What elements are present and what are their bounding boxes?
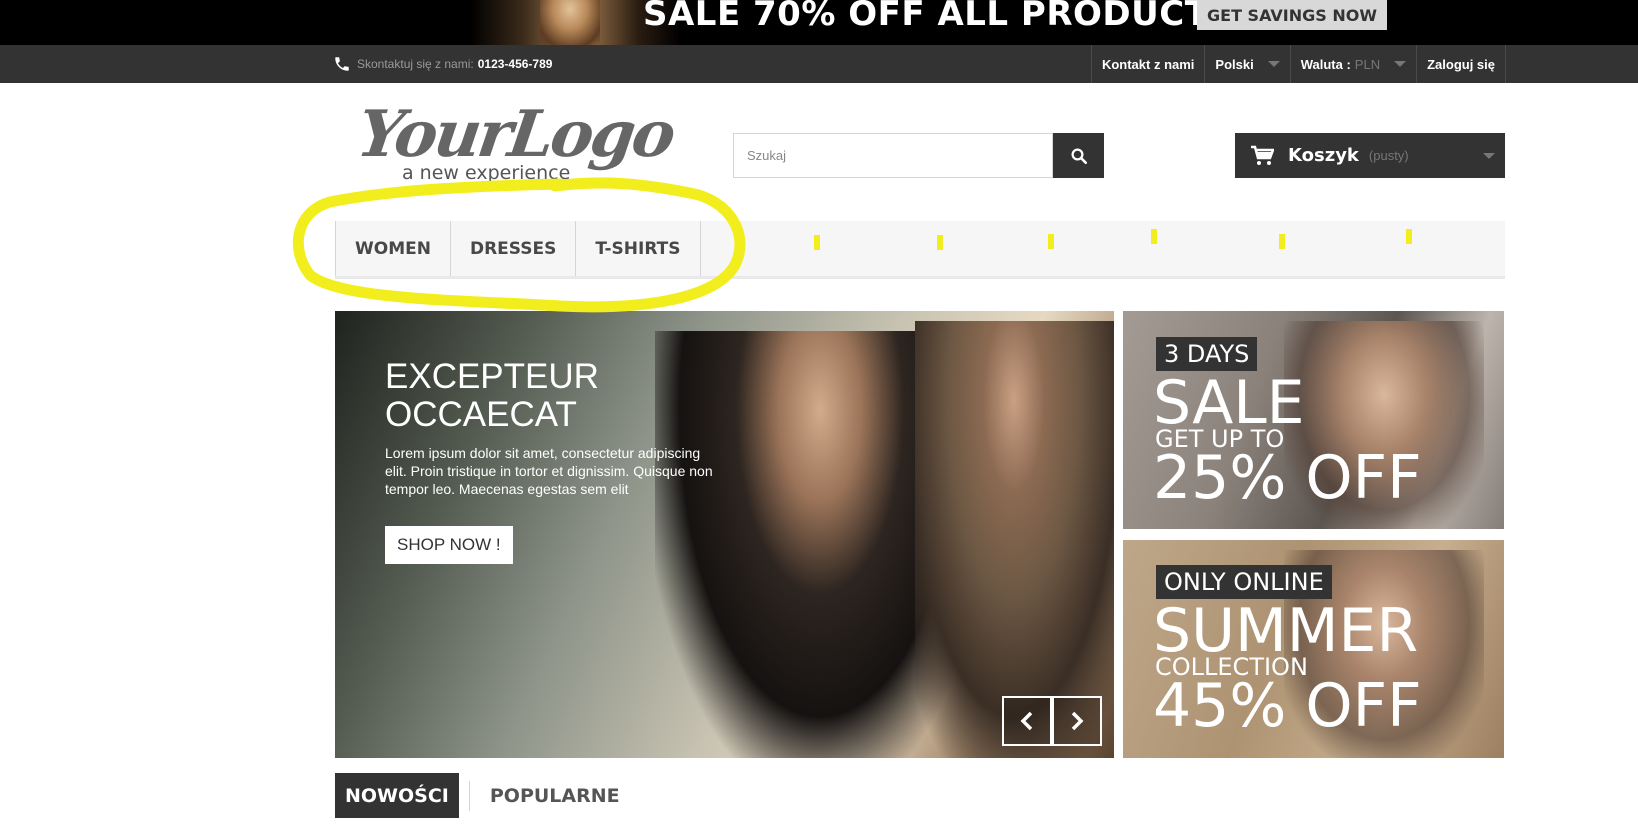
annotation-tick (1406, 229, 1412, 244)
logo-tagline: a new experience (402, 162, 571, 184)
summer-collection-banner[interactable]: ONLY ONLINE SUMMER COLLECTION 45% OFF (1123, 540, 1504, 758)
search-bar (733, 133, 1104, 178)
banner-headline: SALE (1153, 368, 1305, 438)
menu-item-women[interactable]: WOMEN (335, 221, 451, 276)
language-selector[interactable]: Polski (1204, 45, 1289, 83)
annotation-tick (1279, 234, 1285, 249)
slide-model-man (915, 321, 1114, 758)
contact-info: Skontaktuj się z nami: 0123-456-789 (333, 45, 552, 83)
logo-main-text: YourLogo (352, 97, 678, 172)
chevron-left-icon (1020, 711, 1033, 731)
tab-popular[interactable]: POPULARNE (480, 773, 630, 818)
cart-icon (1251, 145, 1274, 165)
get-savings-button[interactable]: GET SAVINGS NOW (1197, 0, 1387, 30)
currency-value: PLN (1354, 56, 1381, 72)
contact-us-label: Kontakt z nami (1101, 56, 1195, 72)
cart-status: (pusty) (1368, 148, 1409, 163)
menu-item-dresses[interactable]: DRESSES (451, 221, 577, 276)
search-input[interactable] (733, 133, 1053, 178)
shop-now-button[interactable]: SHOP NOW ! (385, 526, 513, 564)
slider-next-button[interactable] (1052, 696, 1102, 746)
cart-title: Koszyk (1288, 145, 1359, 166)
slide-title: EXCEPTEUR OCCAECAT (385, 358, 685, 434)
search-icon (1071, 148, 1087, 164)
main-menu: WOMEN DRESSES T-SHIRTS (335, 221, 1505, 279)
chevron-down-icon (1394, 61, 1407, 67)
currency-label: Waluta : (1300, 56, 1351, 72)
phone-icon (335, 57, 349, 71)
promo-text: SALE 70% OFF ALL PRODUCTS (643, 0, 1234, 34)
banner-discount: 45% OFF (1153, 671, 1422, 741)
promo-banner[interactable]: SALE 70% OFF ALL PRODUCTS GET SAVINGS NO… (0, 0, 1638, 45)
cart-button[interactable]: Koszyk (pusty) (1235, 133, 1505, 178)
slide-title-line2: OCCAECAT (385, 395, 577, 434)
tab-new[interactable]: NOWOŚCI (335, 773, 459, 818)
login-label: Zaloguj się (1427, 56, 1495, 72)
annotation-tick (814, 235, 820, 250)
language-label: Polski (1215, 56, 1254, 72)
contact-label: Skontaktuj się z nami: (357, 57, 474, 71)
page: SALE 70% OFF ALL PRODUCTS GET SAVINGS NO… (0, 0, 1638, 832)
search-button[interactable] (1053, 133, 1104, 178)
slide-description: Lorem ipsum dolor sit amet, consectetur … (385, 445, 713, 497)
currency-selector[interactable]: Waluta : PLN (1289, 45, 1416, 83)
homepage-slider[interactable]: EXCEPTEUR OCCAECAT Lorem ipsum dolor sit… (335, 311, 1114, 758)
sale-banner[interactable]: 3 DAYS SALE GET UP TO 25% OFF (1123, 311, 1504, 529)
site-logo[interactable]: YourLogo a new experience (353, 97, 678, 190)
banner-headline: SUMMER (1153, 596, 1419, 666)
tab-divider (468, 780, 470, 811)
slider-prev-button[interactable] (1002, 696, 1052, 746)
annotation-tick (1151, 229, 1157, 244)
slider-controls (1002, 696, 1102, 746)
chevron-down-icon (1267, 61, 1280, 67)
menu-item-tshirts[interactable]: T-SHIRTS (576, 221, 701, 276)
contact-us-link[interactable]: Kontakt z nami (1090, 45, 1204, 83)
banner-tag: ONLY ONLINE (1156, 565, 1332, 599)
slide-model-woman (655, 331, 955, 758)
chevron-right-icon (1071, 711, 1084, 731)
login-link[interactable]: Zaloguj się (1416, 45, 1506, 83)
banner-tag: 3 DAYS (1156, 337, 1258, 371)
top-nav-bar: Skontaktuj się z nami: 0123-456-789 Kont… (0, 45, 1638, 83)
annotation-tick (937, 235, 943, 250)
chevron-down-icon (1483, 153, 1495, 159)
banner-discount: 25% OFF (1153, 443, 1422, 513)
slide-title-line1: EXCEPTEUR (385, 357, 599, 396)
product-tabs: NOWOŚCI POPULARNE (335, 773, 630, 818)
phone-number: 0123-456-789 (477, 57, 553, 71)
annotation-tick (1048, 234, 1054, 249)
top-nav-links: Kontakt z nami Polski Waluta : PLN Zalogu… (1090, 45, 1506, 83)
